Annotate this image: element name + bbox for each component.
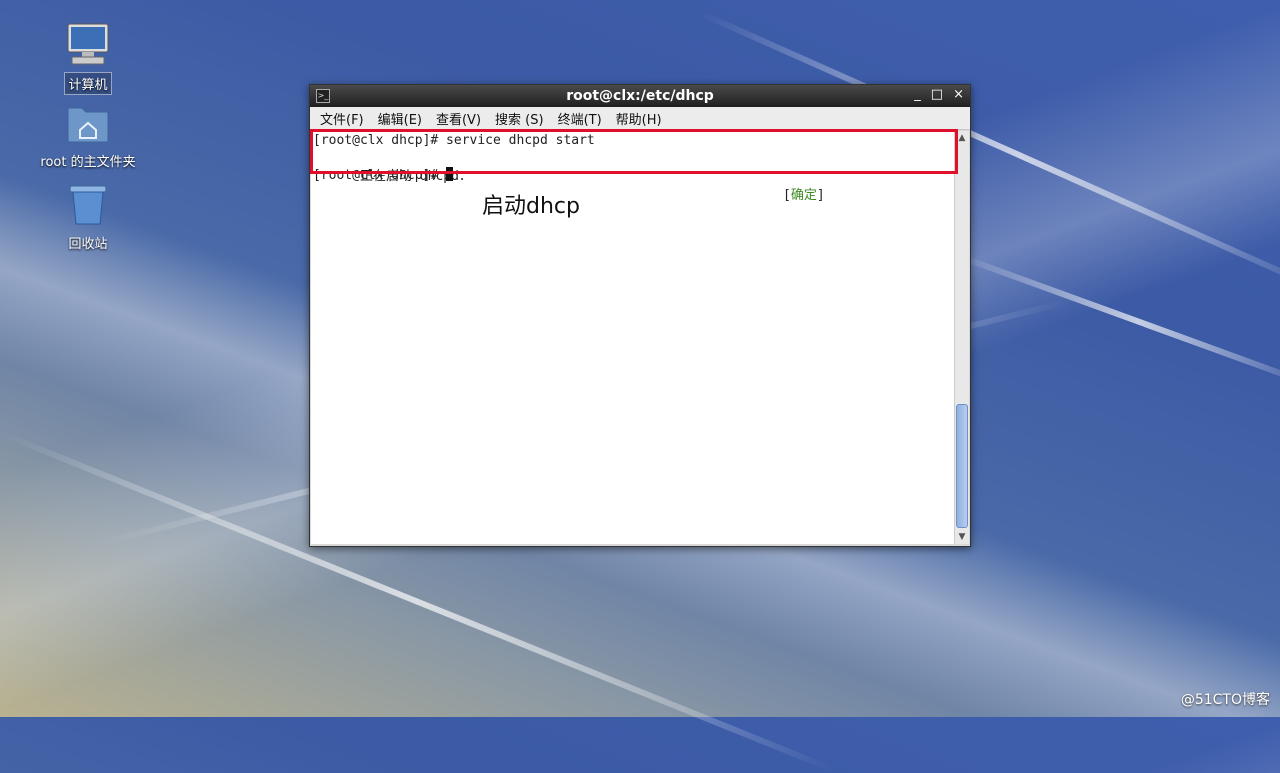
desktop-icon-label: root 的主文件夹 bbox=[40, 155, 136, 170]
highlight-box bbox=[310, 129, 958, 174]
desktop-icon-label: 计算机 bbox=[64, 72, 112, 95]
window-titlebar[interactable]: >_ root@clx:/etc/dhcp _ □ × bbox=[310, 85, 970, 107]
desktop-icon-home-folder[interactable]: root 的主文件夹 bbox=[33, 102, 143, 171]
desktop-icon-trash[interactable]: 回收站 bbox=[33, 182, 143, 253]
terminal-output[interactable]: [root@clx dhcp]# service dhcpd start 正在启… bbox=[311, 131, 954, 544]
scroll-down-arrow-icon[interactable]: ▼ bbox=[955, 530, 969, 544]
close-button[interactable]: × bbox=[953, 87, 964, 102]
trash-icon bbox=[69, 185, 107, 225]
minimize-button[interactable]: _ bbox=[914, 87, 921, 102]
desktop-icon-label: 回收站 bbox=[68, 237, 108, 252]
menu-file[interactable]: 文件(F) bbox=[320, 109, 364, 128]
status-bracket-close: ] bbox=[816, 188, 825, 203]
status-bracket-open: [ bbox=[783, 188, 791, 203]
status-ok-text: 确定 bbox=[790, 188, 817, 203]
status-result: [确定] bbox=[783, 184, 825, 203]
watermark: @51CTO博客 bbox=[1180, 692, 1270, 708]
menu-help[interactable]: 帮助(H) bbox=[616, 109, 662, 128]
menu-terminal[interactable]: 终端(T) bbox=[558, 109, 602, 128]
home-folder-icon bbox=[67, 107, 109, 143]
maximize-button[interactable]: □ bbox=[931, 87, 943, 102]
desktop-icon-computer[interactable]: 计算机 bbox=[33, 20, 143, 95]
scrollbar-thumb[interactable] bbox=[956, 404, 968, 528]
annotation-text: 启动dhcp bbox=[482, 194, 580, 219]
window-title: root@clx:/etc/dhcp bbox=[566, 88, 714, 104]
menu-bar: 文件(F) 编辑(E) 查看(V) 搜索 (S) 终端(T) 帮助(H) bbox=[310, 107, 970, 130]
menu-search[interactable]: 搜索 (S) bbox=[495, 109, 544, 128]
vertical-scrollbar[interactable]: ▲ ▼ bbox=[954, 131, 969, 544]
computer-icon bbox=[67, 23, 109, 65]
menu-edit[interactable]: 编辑(E) bbox=[378, 109, 422, 128]
menu-view[interactable]: 查看(V) bbox=[436, 109, 481, 128]
